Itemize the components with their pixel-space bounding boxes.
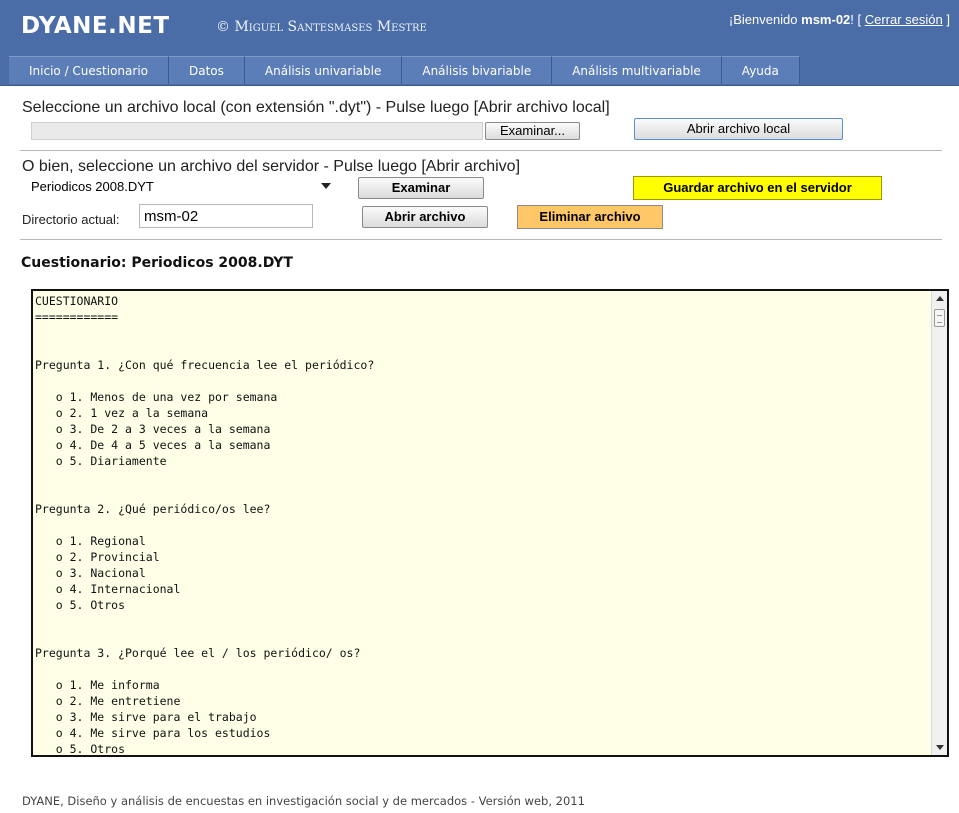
current-directory-label: Directorio actual: [22,212,120,227]
nav-item-datos[interactable]: Datos [169,56,245,84]
delete-file-button[interactable]: Eliminar archivo [517,205,663,229]
nav-item-multivariable[interactable]: Análisis multivariable [552,56,722,84]
nav-item-bivariable[interactable]: Análisis bivariable [402,56,553,84]
nav-item-univariable[interactable]: Análisis univariable [244,56,403,84]
save-to-server-button[interactable]: Guardar archivo en el servidor [633,176,882,200]
vertical-scrollbar[interactable] [931,291,947,755]
welcome-close: ] [942,12,950,27]
divider-1 [20,150,942,151]
app-logo: DYANE.NET [21,13,170,39]
nav-item-inicio[interactable]: Inicio / Cuestionario [9,56,169,84]
server-file-instruction: O bien, seleccione un archivo del servid… [22,158,521,175]
open-file-button[interactable]: Abrir archivo [362,206,488,228]
questionnaire-textarea[interactable]: CUESTIONARIO ============ Pregunta 1. ¿C… [31,289,949,757]
server-file-selected: Periodicos 2008.DYT [31,179,154,194]
local-file-path[interactable] [31,122,483,140]
browse-server-button[interactable]: Examinar [358,177,484,199]
browse-local-button[interactable]: Examinar... [485,122,580,140]
nav-item-ayuda[interactable]: Ayuda [721,56,800,84]
username: msm-02 [801,12,851,27]
current-directory-field[interactable] [139,204,313,228]
open-local-file-button[interactable]: Abrir archivo local [634,118,843,140]
main-nav: Inicio / Cuestionario Datos Análisis uni… [0,55,959,86]
questionnaire-text[interactable]: CUESTIONARIO ============ Pregunta 1. ¿C… [35,293,932,755]
welcome-prefix: ¡Bienvenido [728,12,802,27]
divider-2 [20,239,942,240]
welcome-suffix: ! [ [850,12,865,27]
scroll-thumb[interactable] [934,309,945,327]
scroll-up-icon[interactable] [936,296,944,301]
scroll-down-icon[interactable] [936,745,944,750]
welcome-area: ¡Bienvenido msm-02! [ Cerrar sesión ] [729,12,950,27]
footer-text: DYANE, Diseño y análisis de encuestas en… [22,794,585,808]
copyright-text: © Miguel Santesmases Mestre [216,19,427,35]
questionnaire-title: Cuestionario: Periodicos 2008.DYT [21,255,293,271]
header-bar: DYANE.NET © Miguel Santesmases Mestre ¡B… [0,0,959,55]
server-file-select[interactable]: Periodicos 2008.DYT [27,177,335,197]
local-file-instruction: Seleccione un archivo local (con extensi… [22,99,610,116]
chevron-down-icon [321,183,331,189]
logout-link[interactable]: Cerrar sesión [865,12,943,27]
